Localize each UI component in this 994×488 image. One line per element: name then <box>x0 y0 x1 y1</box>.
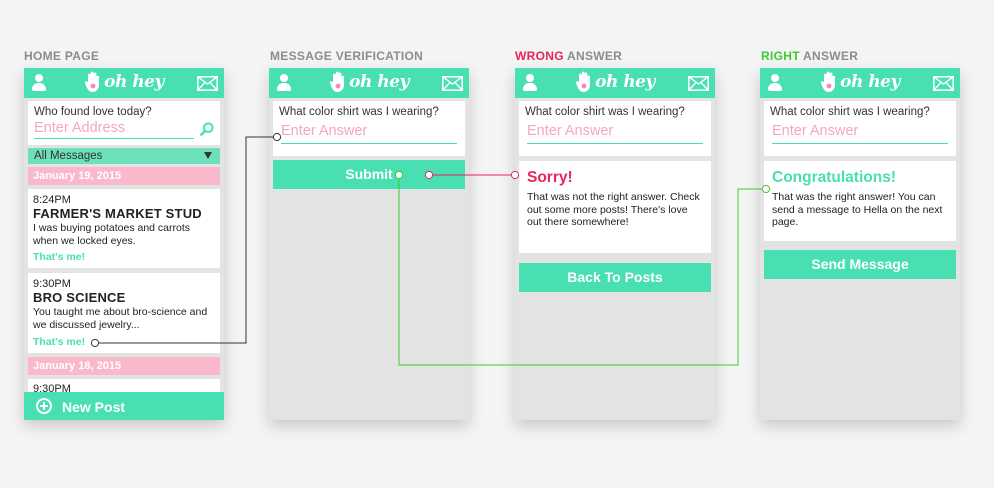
answer-input[interactable]: Enter Answer <box>527 123 703 144</box>
result-body: That was not the right answer. Check out… <box>527 191 700 228</box>
new-post-label: New Post <box>62 399 126 415</box>
plus-circle-icon <box>36 398 52 414</box>
result-title: Congratulations! <box>772 169 896 186</box>
hand-icon <box>821 71 836 92</box>
brand-name: oh hey <box>840 72 900 92</box>
hand-icon <box>576 71 591 92</box>
post-title: BRO SCIENCE <box>33 290 126 305</box>
mail-icon[interactable] <box>197 76 218 91</box>
result-body: That was the right answer! You can send … <box>772 191 943 228</box>
question-text: What color shirt was I wearing? <box>770 106 930 118</box>
mail-icon[interactable] <box>442 76 463 91</box>
app-bar: oh hey <box>515 68 715 98</box>
hand-icon <box>85 71 100 92</box>
post-time: 9:30PM <box>33 278 71 290</box>
right-label: RIGHT <box>761 49 800 63</box>
question-text: What color shirt was I wearing? <box>525 106 685 118</box>
send-message-button[interactable]: Send Message <box>764 250 956 279</box>
brand-name: oh hey <box>104 72 164 92</box>
app-logo[interactable]: oh hey <box>269 71 469 93</box>
app-logo[interactable]: oh hey <box>24 71 224 93</box>
wrong-title-rest: ANSWER <box>563 49 623 63</box>
mail-icon[interactable] <box>933 76 954 91</box>
chevron-down-icon <box>204 152 212 159</box>
hand-icon <box>330 71 345 92</box>
brand-name: oh hey <box>595 72 655 92</box>
home-page-title: HOME PAGE <box>24 49 100 63</box>
question-text: What color shirt was I wearing? <box>279 106 439 118</box>
verification-screen: oh hey What color shirt was I wearing? E… <box>269 68 469 420</box>
app-logo[interactable]: oh hey <box>760 71 960 93</box>
question-card: What color shirt was I wearing? Enter An… <box>764 101 956 156</box>
search-icon[interactable] <box>200 122 214 136</box>
answer-input[interactable]: Enter Answer <box>772 123 948 144</box>
app-logo[interactable]: oh hey <box>515 71 715 93</box>
post-body: You taught me about bro-science and we d… <box>33 306 208 331</box>
app-bar: oh hey <box>760 68 960 98</box>
right-answer-screen: oh hey What color shirt was I wearing? E… <box>760 68 960 420</box>
post-title: FARMER'S MARKET STUD <box>33 206 202 221</box>
question-card: What color shirt was I wearing? Enter An… <box>273 101 465 156</box>
result-card: Congratulations! That was the right answ… <box>764 161 956 241</box>
wrong-answer-screen: oh hey What color shirt was I wearing? E… <box>515 68 715 420</box>
date-header: January 18, 2015 <box>28 357 220 375</box>
search-question: Who found love today? <box>34 106 152 118</box>
right-answer-page-title: RIGHT ANSWER <box>761 49 858 63</box>
brand-name: oh hey <box>349 72 409 92</box>
mail-icon[interactable] <box>688 76 709 91</box>
submit-button[interactable]: Submit <box>273 160 465 189</box>
post-body: I was buying potatoes and carrots when w… <box>33 222 191 247</box>
filter-label: All Messages <box>34 150 103 162</box>
post-time: 8:24PM <box>33 194 71 206</box>
list-item[interactable]: 9:30PM BRO SCIENCE You taught me about b… <box>28 273 220 353</box>
answer-input[interactable]: Enter Answer <box>281 123 457 144</box>
result-card: Sorry! That was not the right answer. Ch… <box>519 161 711 253</box>
message-filter-select[interactable]: All Messages <box>28 148 220 164</box>
right-title-rest: ANSWER <box>799 49 859 63</box>
app-bar: oh hey <box>24 68 224 98</box>
home-screen: oh hey Who found love today? Enter Addre… <box>24 68 224 420</box>
verification-page-title: MESSAGE VERIFICATION <box>270 49 424 63</box>
question-card: What color shirt was I wearing? Enter An… <box>519 101 711 156</box>
back-to-posts-button[interactable]: Back To Posts <box>519 263 711 292</box>
result-title: Sorry! <box>527 169 573 186</box>
new-post-button[interactable]: New Post <box>24 392 224 420</box>
wrong-label: WRONG <box>515 49 564 63</box>
address-input[interactable]: Enter Address <box>34 120 194 139</box>
thats-me-link[interactable]: That's me! <box>33 336 85 348</box>
list-item[interactable]: 8:24PM FARMER'S MARKET STUD I was buying… <box>28 189 220 268</box>
wrong-answer-page-title: WRONG ANSWER <box>515 49 622 63</box>
thats-me-link[interactable]: That's me! <box>33 251 85 263</box>
date-header: January 19, 2015 <box>28 167 220 185</box>
app-bar: oh hey <box>269 68 469 98</box>
search-card: Who found love today? Enter Address <box>28 101 220 145</box>
